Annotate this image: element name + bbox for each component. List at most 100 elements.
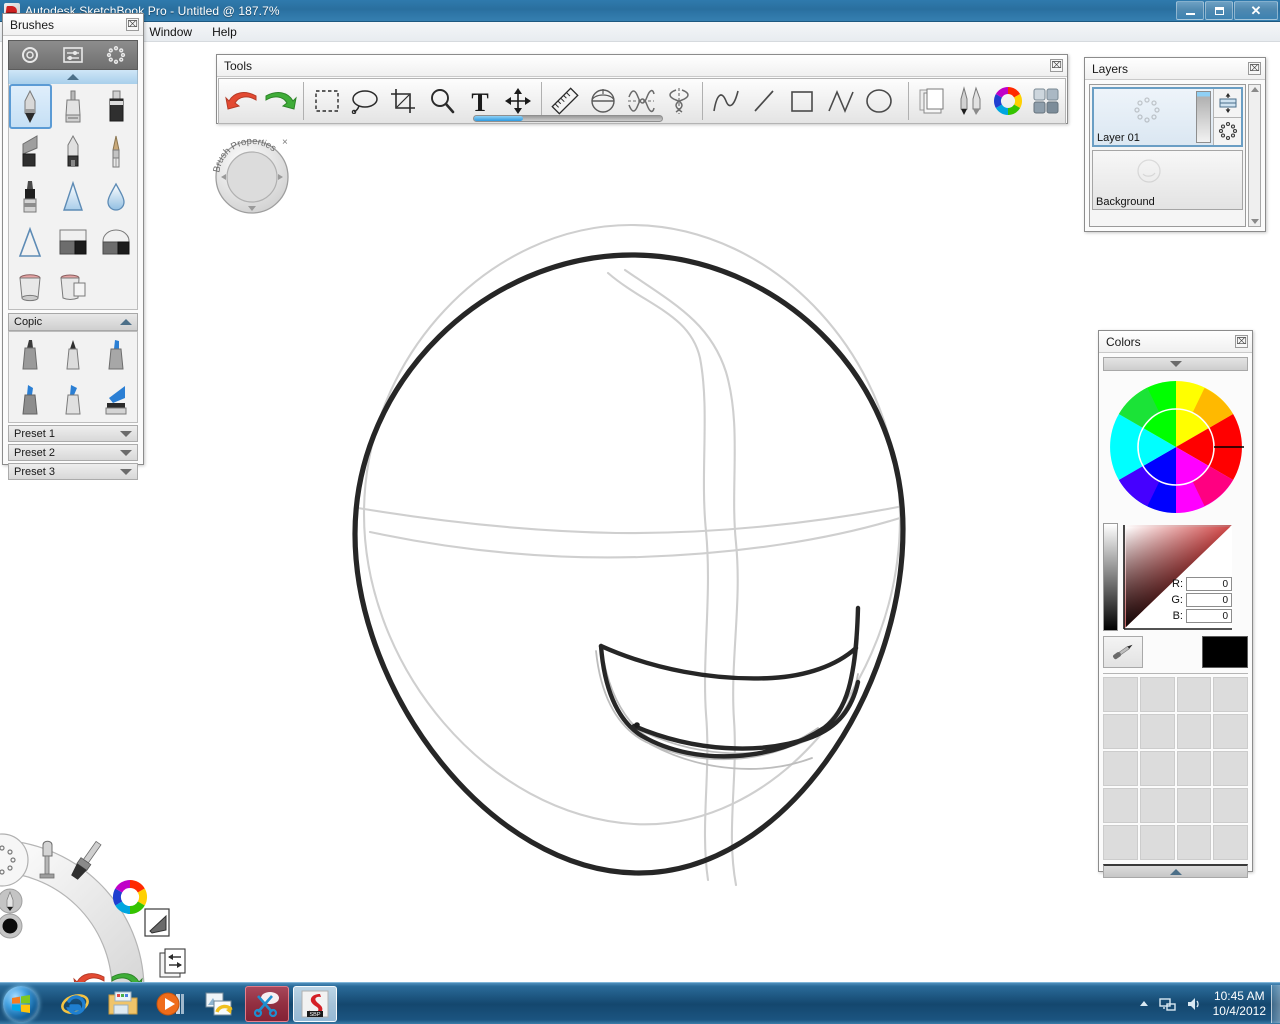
tools-panel-close-icon[interactable]: ⌧ [1050, 59, 1063, 72]
brush-properties-puck[interactable]: Brush Properties × [209, 129, 295, 219]
taskbar-image-tool[interactable] [197, 986, 241, 1022]
layer-item-layer-01[interactable]: Layer 01 [1092, 87, 1243, 147]
brush-airbrush[interactable] [52, 84, 95, 129]
brush-section-copic[interactable]: Copic [8, 313, 138, 331]
rectangle-shape-tool[interactable] [783, 81, 821, 121]
brush-pencil[interactable] [9, 84, 52, 129]
brush-paintbrush[interactable] [94, 129, 137, 174]
rgb-value-g[interactable]: 0 [1186, 593, 1232, 607]
rgb-value-b[interactable]: 0 [1186, 609, 1232, 623]
colors-collapse-bar[interactable] [1103, 357, 1248, 371]
taskbar-media-player[interactable] [149, 986, 193, 1022]
brushes-panel-close-icon[interactable]: ⌧ [126, 18, 139, 31]
lagoon-radial-menu[interactable] [0, 812, 224, 991]
network-icon[interactable] [1158, 996, 1177, 1012]
line-tool[interactable] [745, 81, 783, 121]
brush-chisel-tip[interactable] [9, 129, 52, 174]
windows-start-orb[interactable] [3, 985, 39, 1022]
copic-blue-wide-nib[interactable] [94, 377, 137, 422]
ellipse-shape-tool[interactable] [860, 81, 898, 121]
redo-button[interactable] [261, 81, 299, 121]
taskbar-sketchbook-pro[interactable]: SBP [293, 985, 337, 1022]
brush-hard-eraser[interactable] [9, 219, 52, 264]
menu-help[interactable]: Help [202, 23, 247, 41]
swatch-slot[interactable] [1139, 677, 1175, 712]
swatch-slot[interactable] [1213, 788, 1248, 823]
copic-bullet-nib[interactable] [52, 332, 95, 377]
color-wheel[interactable] [1106, 377, 1246, 517]
polyline-tool[interactable] [822, 81, 860, 121]
swatch-slot[interactable] [1176, 788, 1212, 823]
layers-panel-close-icon[interactable]: ⌧ [1248, 62, 1261, 75]
lasso-select-tool[interactable] [346, 81, 384, 121]
close-button[interactable]: ✕ [1234, 1, 1278, 20]
taskbar-internet-explorer[interactable] [53, 986, 97, 1022]
minimize-button[interactable] [1176, 1, 1204, 20]
brush-paint-bucket-fill[interactable] [9, 264, 52, 309]
layer-blend-mode-icon[interactable] [1213, 89, 1241, 118]
taskbar-clock[interactable]: 10:45 AM 10/4/2012 [1213, 989, 1266, 1019]
show-desktop-button[interactable] [1271, 985, 1280, 1023]
taskbar-snipping-tool[interactable] [245, 985, 289, 1022]
copic-fine-nib[interactable] [9, 332, 52, 377]
menu-window[interactable]: Window [139, 23, 202, 41]
brush-dotted-ring-icon[interactable] [103, 44, 129, 66]
copic-blue-marker[interactable] [94, 332, 137, 377]
preset-3-row[interactable]: Preset 3 [8, 463, 138, 480]
grayscale-strip[interactable] [1103, 523, 1118, 631]
eyedropper-tool[interactable] [1103, 636, 1143, 668]
layers-scrollbar[interactable] [1248, 84, 1261, 227]
taskbar-windows-explorer[interactable] [101, 986, 145, 1022]
swatch-slot[interactable] [1213, 751, 1248, 786]
swatch-slot[interactable] [1103, 825, 1138, 860]
swatch-slot[interactable] [1103, 677, 1138, 712]
swatch-slot[interactable] [1176, 677, 1212, 712]
zoom-tool[interactable] [423, 81, 461, 121]
swatch-slot[interactable] [1139, 751, 1175, 786]
copic-blue-chisel-nib[interactable] [52, 377, 95, 422]
swatch-slot[interactable] [1176, 825, 1212, 860]
brush-size-puck-icon[interactable] [17, 44, 43, 66]
undo-button[interactable] [223, 81, 261, 121]
rgb-value-r[interactable]: 0 [1186, 577, 1232, 591]
swatch-slot[interactable] [1213, 677, 1248, 712]
swatch-slot[interactable] [1139, 788, 1175, 823]
copic-blue-brush-nib[interactable] [9, 377, 52, 422]
preset-1-row[interactable]: Preset 1 [8, 425, 138, 442]
scroll-down-icon[interactable] [1250, 219, 1259, 224]
maximize-restore-button[interactable] [1205, 1, 1233, 20]
colors-panel-close-icon[interactable]: ⌧ [1235, 335, 1248, 348]
swatch-slot[interactable] [1176, 751, 1212, 786]
brush-size-slider[interactable] [473, 115, 663, 122]
layer-options-dotted-ring-icon[interactable] [1213, 117, 1241, 145]
saturation-value-triangle[interactable]: R: 0 G: 0 B: 0 [1122, 523, 1234, 631]
brush-paint-bucket-copy-fill[interactable] [52, 264, 95, 309]
rectangle-select-tool[interactable] [308, 81, 346, 121]
color-wheel-toggle[interactable] [989, 81, 1027, 121]
swatch-slot[interactable] [1139, 714, 1175, 749]
colors-footer-collapse[interactable] [1103, 864, 1248, 878]
brushes-collapse-bar[interactable] [8, 70, 138, 84]
layers-panel-toggle[interactable] [913, 81, 951, 121]
crop-tool[interactable] [384, 81, 422, 121]
brush-felt-pen[interactable] [9, 174, 52, 219]
layer-opacity-slider[interactable] [1196, 91, 1211, 143]
brush-palette-toggle[interactable] [951, 81, 989, 121]
swatch-slot[interactable] [1103, 788, 1138, 823]
show-hidden-icons-chevron[interactable] [1138, 998, 1150, 1010]
swatch-slot[interactable] [1213, 825, 1248, 860]
swatch-slot[interactable] [1103, 714, 1138, 749]
color-swatches-toggle[interactable] [1027, 81, 1065, 121]
swatch-slot[interactable] [1139, 825, 1175, 860]
current-color-swatch[interactable] [1202, 636, 1248, 668]
scroll-up-icon[interactable] [1250, 87, 1259, 92]
layer-item-background[interactable]: Background [1092, 150, 1243, 210]
brush-water-drop-blender[interactable] [94, 174, 137, 219]
swatch-slot[interactable] [1176, 714, 1212, 749]
brush-ballpoint-pen[interactable] [52, 129, 95, 174]
symmetry-y-tool[interactable] [660, 81, 698, 121]
french-curve-tool[interactable] [707, 81, 745, 121]
brush-block-eraser[interactable] [52, 219, 95, 264]
brush-soft-eraser[interactable] [52, 174, 95, 219]
volume-icon[interactable] [1186, 996, 1204, 1012]
